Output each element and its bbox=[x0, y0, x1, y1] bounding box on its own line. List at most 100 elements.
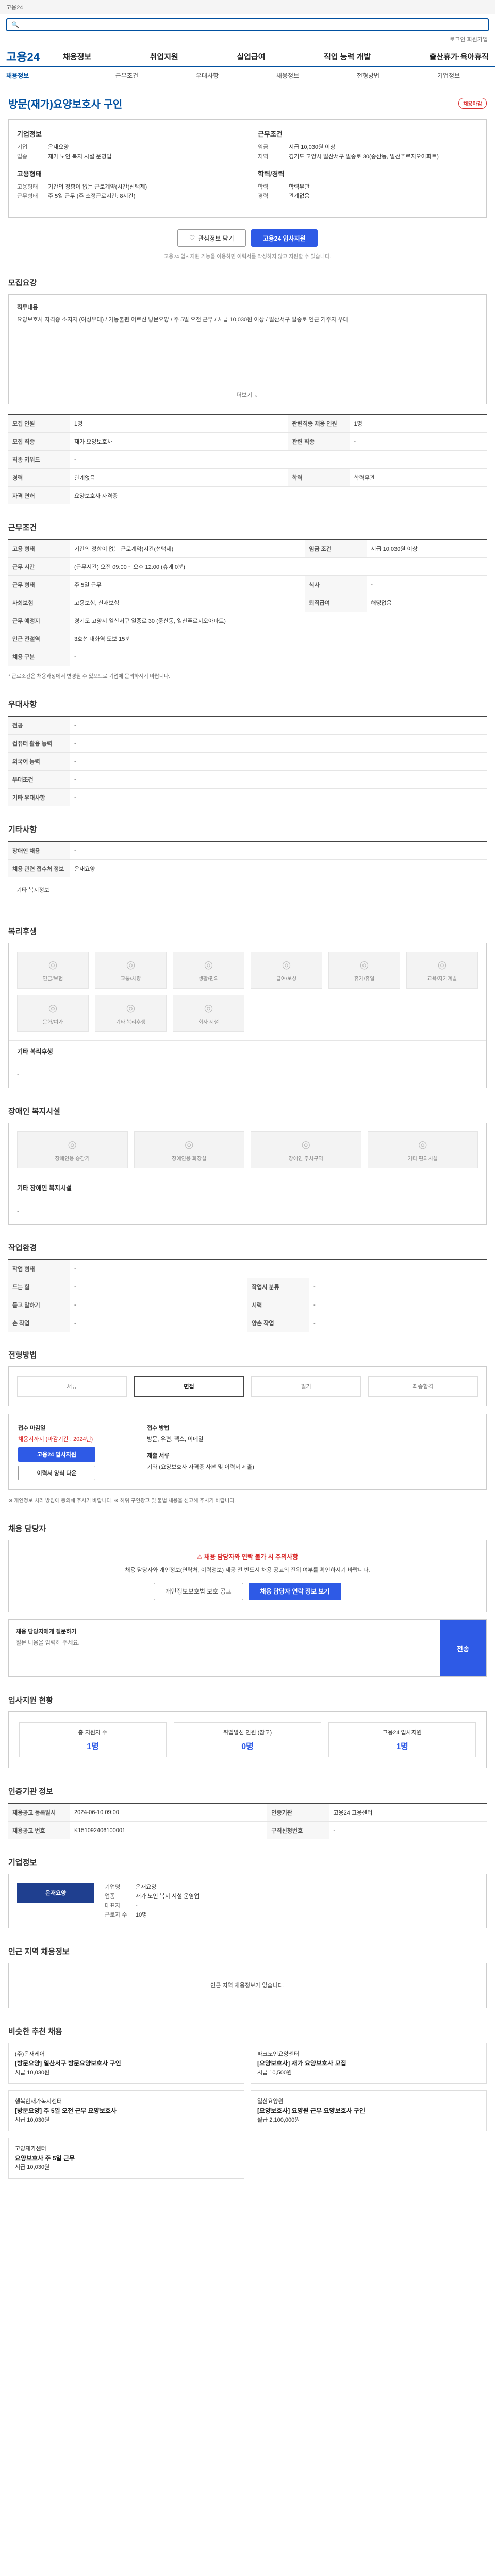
table-value: 경기도 고양시 일산서구 일중로 30 (중산동, 일산푸르지오아파트) bbox=[70, 612, 487, 630]
table-value: 1명 bbox=[350, 414, 487, 433]
recommend-card[interactable]: 일산요양원 [요양보호사] 요양원 근무 요양보호사 구인 월급 2,100,000… bbox=[251, 2090, 487, 2131]
table-row: 채용 구분 - bbox=[8, 648, 487, 666]
summary-label: 기업정보 bbox=[17, 130, 42, 138]
menu-item[interactable]: 채용정보 bbox=[63, 51, 91, 62]
kv-key: 업종 bbox=[105, 1893, 116, 1900]
stats-box: 총 지원자 수 1명 취업알선 인원 (참고) 0명 고용24 입사지원 1명 bbox=[8, 1711, 487, 1768]
table-value: - bbox=[70, 450, 487, 469]
site-logo[interactable]: 고용24 bbox=[6, 48, 63, 64]
section-title-meta: 인증기관 정보 bbox=[8, 1787, 53, 1796]
facility-card: ◎ 장애인 주차구역 bbox=[251, 1131, 361, 1168]
facility-icon: ◎ bbox=[48, 1003, 58, 1014]
apply-button-2[interactable]: 고용24 입사지원 bbox=[18, 1447, 95, 1462]
kv-key: 업종 bbox=[17, 154, 28, 160]
tab-recruit-info[interactable]: 채용정보 bbox=[248, 71, 328, 80]
tab-company[interactable]: 기업정보 bbox=[408, 71, 489, 80]
search-input[interactable]: 🔍 bbox=[6, 18, 489, 31]
apply-button[interactable]: 고용24 입사지원 bbox=[251, 229, 318, 247]
table-value: - bbox=[70, 1314, 248, 1332]
section-title-company: 기업정보 bbox=[8, 1858, 37, 1867]
table-row: 장애인 채용 - bbox=[8, 841, 487, 860]
card-wage: 시급 10,500원 bbox=[257, 2070, 292, 2076]
recommend-card[interactable]: (주)은재케어 [방문요양] 일산서구 방문요양보호사 구인 시급 10,030원 bbox=[8, 2043, 244, 2084]
section-title-nearby: 인근 지역 채용정보 bbox=[8, 1947, 70, 1956]
table-row: 외국어 능력 - bbox=[8, 752, 487, 771]
card-title: [방문요양] 주 5일 오전 근무 요양보호사 bbox=[15, 2107, 117, 2114]
table-value: - bbox=[70, 1296, 248, 1314]
recruit-table: 모집 인원 1명 관련직종 채용 인원 1명 모집 직종 재가 요양보호사 관련 직종 - 직종… bbox=[8, 414, 487, 504]
table-row: 전공 - bbox=[8, 716, 487, 735]
table-row: 경력 관계없음 학력 학력무관 bbox=[8, 468, 487, 487]
table-value: - bbox=[70, 734, 487, 753]
card-company: 파크노인요양센터 bbox=[257, 2051, 299, 2057]
question-input[interactable]: 채용 담당자에게 질문하기 질문 내용을 입력해 주세요. bbox=[9, 1620, 440, 1676]
menu-item[interactable]: 출산휴가·육아휴직 bbox=[430, 51, 489, 62]
facility-card: ◎ 급여/보상 bbox=[251, 952, 322, 989]
job-summary: 기업정보 기업 은재요양 업종 재가 노인 복지 시설 운영업 근무조건 임금 시급 … bbox=[8, 119, 487, 218]
kv-value: 시급 10,030원 이상 bbox=[289, 144, 336, 150]
section-title-conditions: 근무조건 bbox=[8, 523, 37, 532]
menu-item[interactable]: 실업급여 bbox=[237, 51, 265, 62]
stat-card: 취업알선 인원 (참고) 0명 bbox=[174, 1722, 321, 1757]
global-nav: 고용24 채용정보 취업지원 실업급여 직업 능력 개발 출산휴가·육아휴직 bbox=[0, 46, 495, 67]
disabled-sub-value: - bbox=[17, 1208, 19, 1214]
table-value: 해당없음 bbox=[367, 594, 487, 612]
facility-card: ◎ 장애인용 승강기 bbox=[17, 1131, 128, 1168]
process-box: 서류 면접 필기 최종합격 bbox=[8, 1366, 487, 1406]
table-key: 드는 힘 bbox=[8, 1278, 70, 1296]
kv-value: 기간의 정함이 없는 근로계약(시간(선택제) bbox=[48, 184, 147, 190]
table-value: 재가 요양보호사 bbox=[70, 432, 288, 451]
company-row: 근로자 수 10명 bbox=[105, 1910, 478, 1920]
summary-label: 고용형태 bbox=[17, 170, 42, 178]
table-row: 채용공고 등록일시 2024-06-10 09:00 인증기관 고용24 고용센터 bbox=[8, 1803, 487, 1822]
top-bar-text: 고용24 bbox=[6, 4, 23, 11]
facility-card: ◎ 생활/편의 bbox=[173, 952, 244, 989]
menu-item[interactable]: 직업 능력 개발 bbox=[324, 51, 371, 62]
stat-label: 고용24 입사지원 bbox=[382, 1730, 422, 1736]
privacy-button[interactable]: 개인정보보호법 보호 공고 bbox=[153, 1583, 243, 1600]
scrap-button[interactable]: ♡ 관심정보 담기 bbox=[177, 229, 246, 247]
resume-download-button[interactable]: 이력서 양식 다운 bbox=[18, 1466, 95, 1480]
table-row: 근무 시간 (근무시간) 오전 09:00 ~ 오후 12:00 (휴게 0분) bbox=[8, 557, 487, 576]
warning-text: 채용 담당자와 연락 불가 시 주의사항 bbox=[204, 1553, 299, 1561]
tab-conditions[interactable]: 근무조건 bbox=[87, 71, 167, 80]
table-row: 드는 힘 - 작업시 분류 - bbox=[8, 1278, 487, 1296]
table-key: 채용 관련 접수처 정보 bbox=[8, 859, 70, 877]
search-icon[interactable]: 🔍 bbox=[11, 21, 19, 28]
facility-card: ◎ 연금/보험 bbox=[17, 952, 89, 989]
nearby-box: 인근 지역 채용정보가 없습니다. bbox=[8, 1963, 487, 2008]
table-value: 요양보호사 자격증 bbox=[70, 486, 487, 504]
table-key: 장애인 채용 bbox=[8, 841, 70, 860]
tab-recruit[interactable]: 채용정보 bbox=[6, 71, 87, 80]
menu-item[interactable]: 취업지원 bbox=[150, 51, 178, 62]
facility-label: 장애인용 화장실 bbox=[172, 1156, 207, 1162]
table-key: 양손 작업 bbox=[248, 1314, 309, 1332]
scrap-label: 관심정보 담기 bbox=[198, 234, 234, 242]
facility-card: ◎ 교육/자기계발 bbox=[406, 952, 478, 989]
more-button[interactable]: 더보기 ⌄ bbox=[9, 385, 486, 404]
tab-prefer[interactable]: 우대사항 bbox=[167, 71, 248, 80]
recommend-card[interactable]: 고양재가센터 요양보호사 주 5일 근무 시급 10,030원 bbox=[8, 2138, 244, 2179]
kv-value: 재가 노인 복지 시설 운영업 bbox=[136, 1893, 200, 1900]
table-value: 1명 bbox=[70, 414, 288, 433]
user-links[interactable]: 로그인 회원가입 bbox=[0, 35, 495, 46]
table-value: - bbox=[329, 1821, 487, 1839]
kv-value: 주 5일 근무 (주 소정근로시간: 8시간) bbox=[48, 193, 136, 199]
table-key: 외국어 능력 bbox=[8, 752, 70, 771]
recommend-card[interactable]: 파크노인요양센터 [요양보호사] 재가 요양보호사 모집 시급 10,500원 bbox=[251, 2043, 487, 2084]
facility-icon: ◎ bbox=[437, 959, 447, 971]
company-row: 대표자 - bbox=[105, 1901, 478, 1910]
welfare-sub-value: - bbox=[17, 1072, 19, 1078]
tab-process[interactable]: 전형방법 bbox=[328, 71, 408, 80]
contact-info-button[interactable]: 채용 담당자 연락 정보 보기 bbox=[248, 1583, 342, 1600]
kv-value: - bbox=[136, 1903, 138, 1909]
table-row: 고용 형태 기간의 정함이 없는 근로계약(시간(선택제) 임금 조건 시급 10,0… bbox=[8, 539, 487, 558]
etc-more: 기타 복지정보 bbox=[16, 887, 50, 893]
facility-icon: ◎ bbox=[359, 959, 369, 971]
facility-icon: ◎ bbox=[204, 959, 213, 971]
send-button[interactable]: 전송 bbox=[440, 1620, 486, 1676]
table-value: - bbox=[309, 1314, 487, 1332]
table-key: 임금 조건 bbox=[305, 539, 367, 558]
disabled-subhead: 기타 장애인 복지시설 bbox=[9, 1177, 486, 1198]
recommend-card[interactable]: 행복한재가복지센터 [방문요양] 주 5일 오전 근무 요양보호사 시급 10,03… bbox=[8, 2090, 244, 2131]
